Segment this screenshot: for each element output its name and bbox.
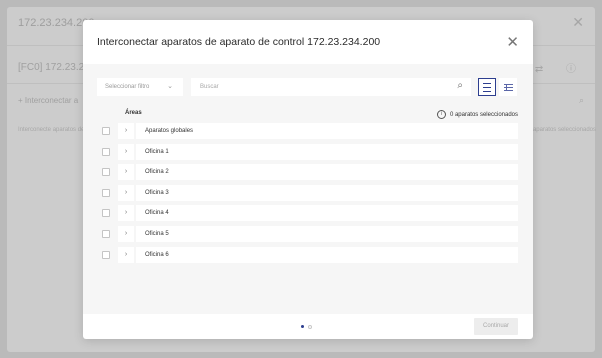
view-toggle <box>478 78 518 96</box>
row-label: Oficina 2 <box>136 164 518 181</box>
search-input[interactable]: Buscar ⌕ <box>191 78 471 96</box>
chevron-down-icon: ⌄ <box>167 83 173 90</box>
continue-button[interactable]: Continuar <box>474 318 518 335</box>
step-dot-active <box>301 325 304 328</box>
filter-select[interactable]: Seleccionar filtro ⌄ <box>97 78 183 96</box>
modal-title: Interconectar aparatos de aparato de con… <box>97 36 381 48</box>
expand-chevron-icon[interactable]: › <box>118 164 134 181</box>
list-item[interactable]: › Oficina 5 <box>97 225 518 242</box>
table-view-button[interactable] <box>499 78 517 96</box>
list-item[interactable]: › Oficina 3 <box>97 184 518 201</box>
list-item[interactable]: › Oficina 4 <box>97 205 518 222</box>
row-label: Oficina 1 <box>136 143 518 160</box>
expand-chevron-icon[interactable]: › <box>118 143 134 160</box>
row-label: Oficina 3 <box>136 184 518 201</box>
row-checkbox[interactable] <box>102 168 110 177</box>
search-placeholder: Buscar <box>200 84 219 90</box>
interconnect-modal: Interconectar aparatos de aparato de con… <box>83 20 533 339</box>
row-checkbox[interactable] <box>102 188 110 197</box>
areas-column-header: Áreas <box>125 110 142 116</box>
filter-select-placeholder: Seleccionar filtro <box>105 84 150 90</box>
expand-chevron-icon[interactable]: › <box>118 205 134 222</box>
list-item[interactable]: › Oficina 6 <box>97 246 518 263</box>
row-label: Oficina 6 <box>136 246 518 263</box>
areas-list: › Aparatos globales › Oficina 1 › Oficin… <box>97 123 518 267</box>
step-dot-inactive <box>308 324 312 329</box>
expand-chevron-icon[interactable]: › <box>118 184 134 201</box>
row-checkbox[interactable] <box>102 209 110 218</box>
row-checkbox[interactable] <box>102 127 110 135</box>
list-item[interactable]: › Oficina 1 <box>97 143 518 160</box>
expand-chevron-icon[interactable]: › <box>118 123 134 139</box>
modal-body: Seleccionar filtro ⌄ Buscar ⌕ Áreas i 0 … <box>83 64 533 314</box>
step-indicator <box>301 314 312 339</box>
info-icon: i <box>436 110 446 119</box>
list-item[interactable]: › Aparatos globales <box>97 123 518 139</box>
list-view-icon <box>483 82 491 92</box>
expand-chevron-icon[interactable]: › <box>118 225 134 242</box>
row-label: Aparatos globales <box>136 123 518 139</box>
row-checkbox[interactable] <box>102 229 110 238</box>
list-view-button[interactable] <box>478 78 496 96</box>
row-checkbox[interactable] <box>102 147 110 156</box>
close-icon[interactable]: ✕ <box>506 35 519 50</box>
list-item[interactable]: › Oficina 2 <box>97 164 518 181</box>
selected-count-text: 0 aparatos seleccionados <box>449 111 518 118</box>
row-label: Oficina 5 <box>136 225 518 242</box>
row-checkbox[interactable] <box>102 250 110 259</box>
search-icon[interactable]: ⌕ <box>457 77 463 95</box>
expand-chevron-icon[interactable]: › <box>118 246 134 263</box>
selected-count: i 0 aparatos seleccionados <box>436 110 518 119</box>
row-label: Oficina 4 <box>136 205 518 222</box>
modal-header: Interconectar aparatos de aparato de con… <box>83 20 533 64</box>
modal-footer: Continuar <box>83 314 533 339</box>
filter-toolbar: Seleccionar filtro ⌄ Buscar ⌕ <box>97 78 517 96</box>
table-header: Áreas i 0 aparatos seleccionados <box>97 110 518 122</box>
table-view-icon <box>503 83 513 91</box>
